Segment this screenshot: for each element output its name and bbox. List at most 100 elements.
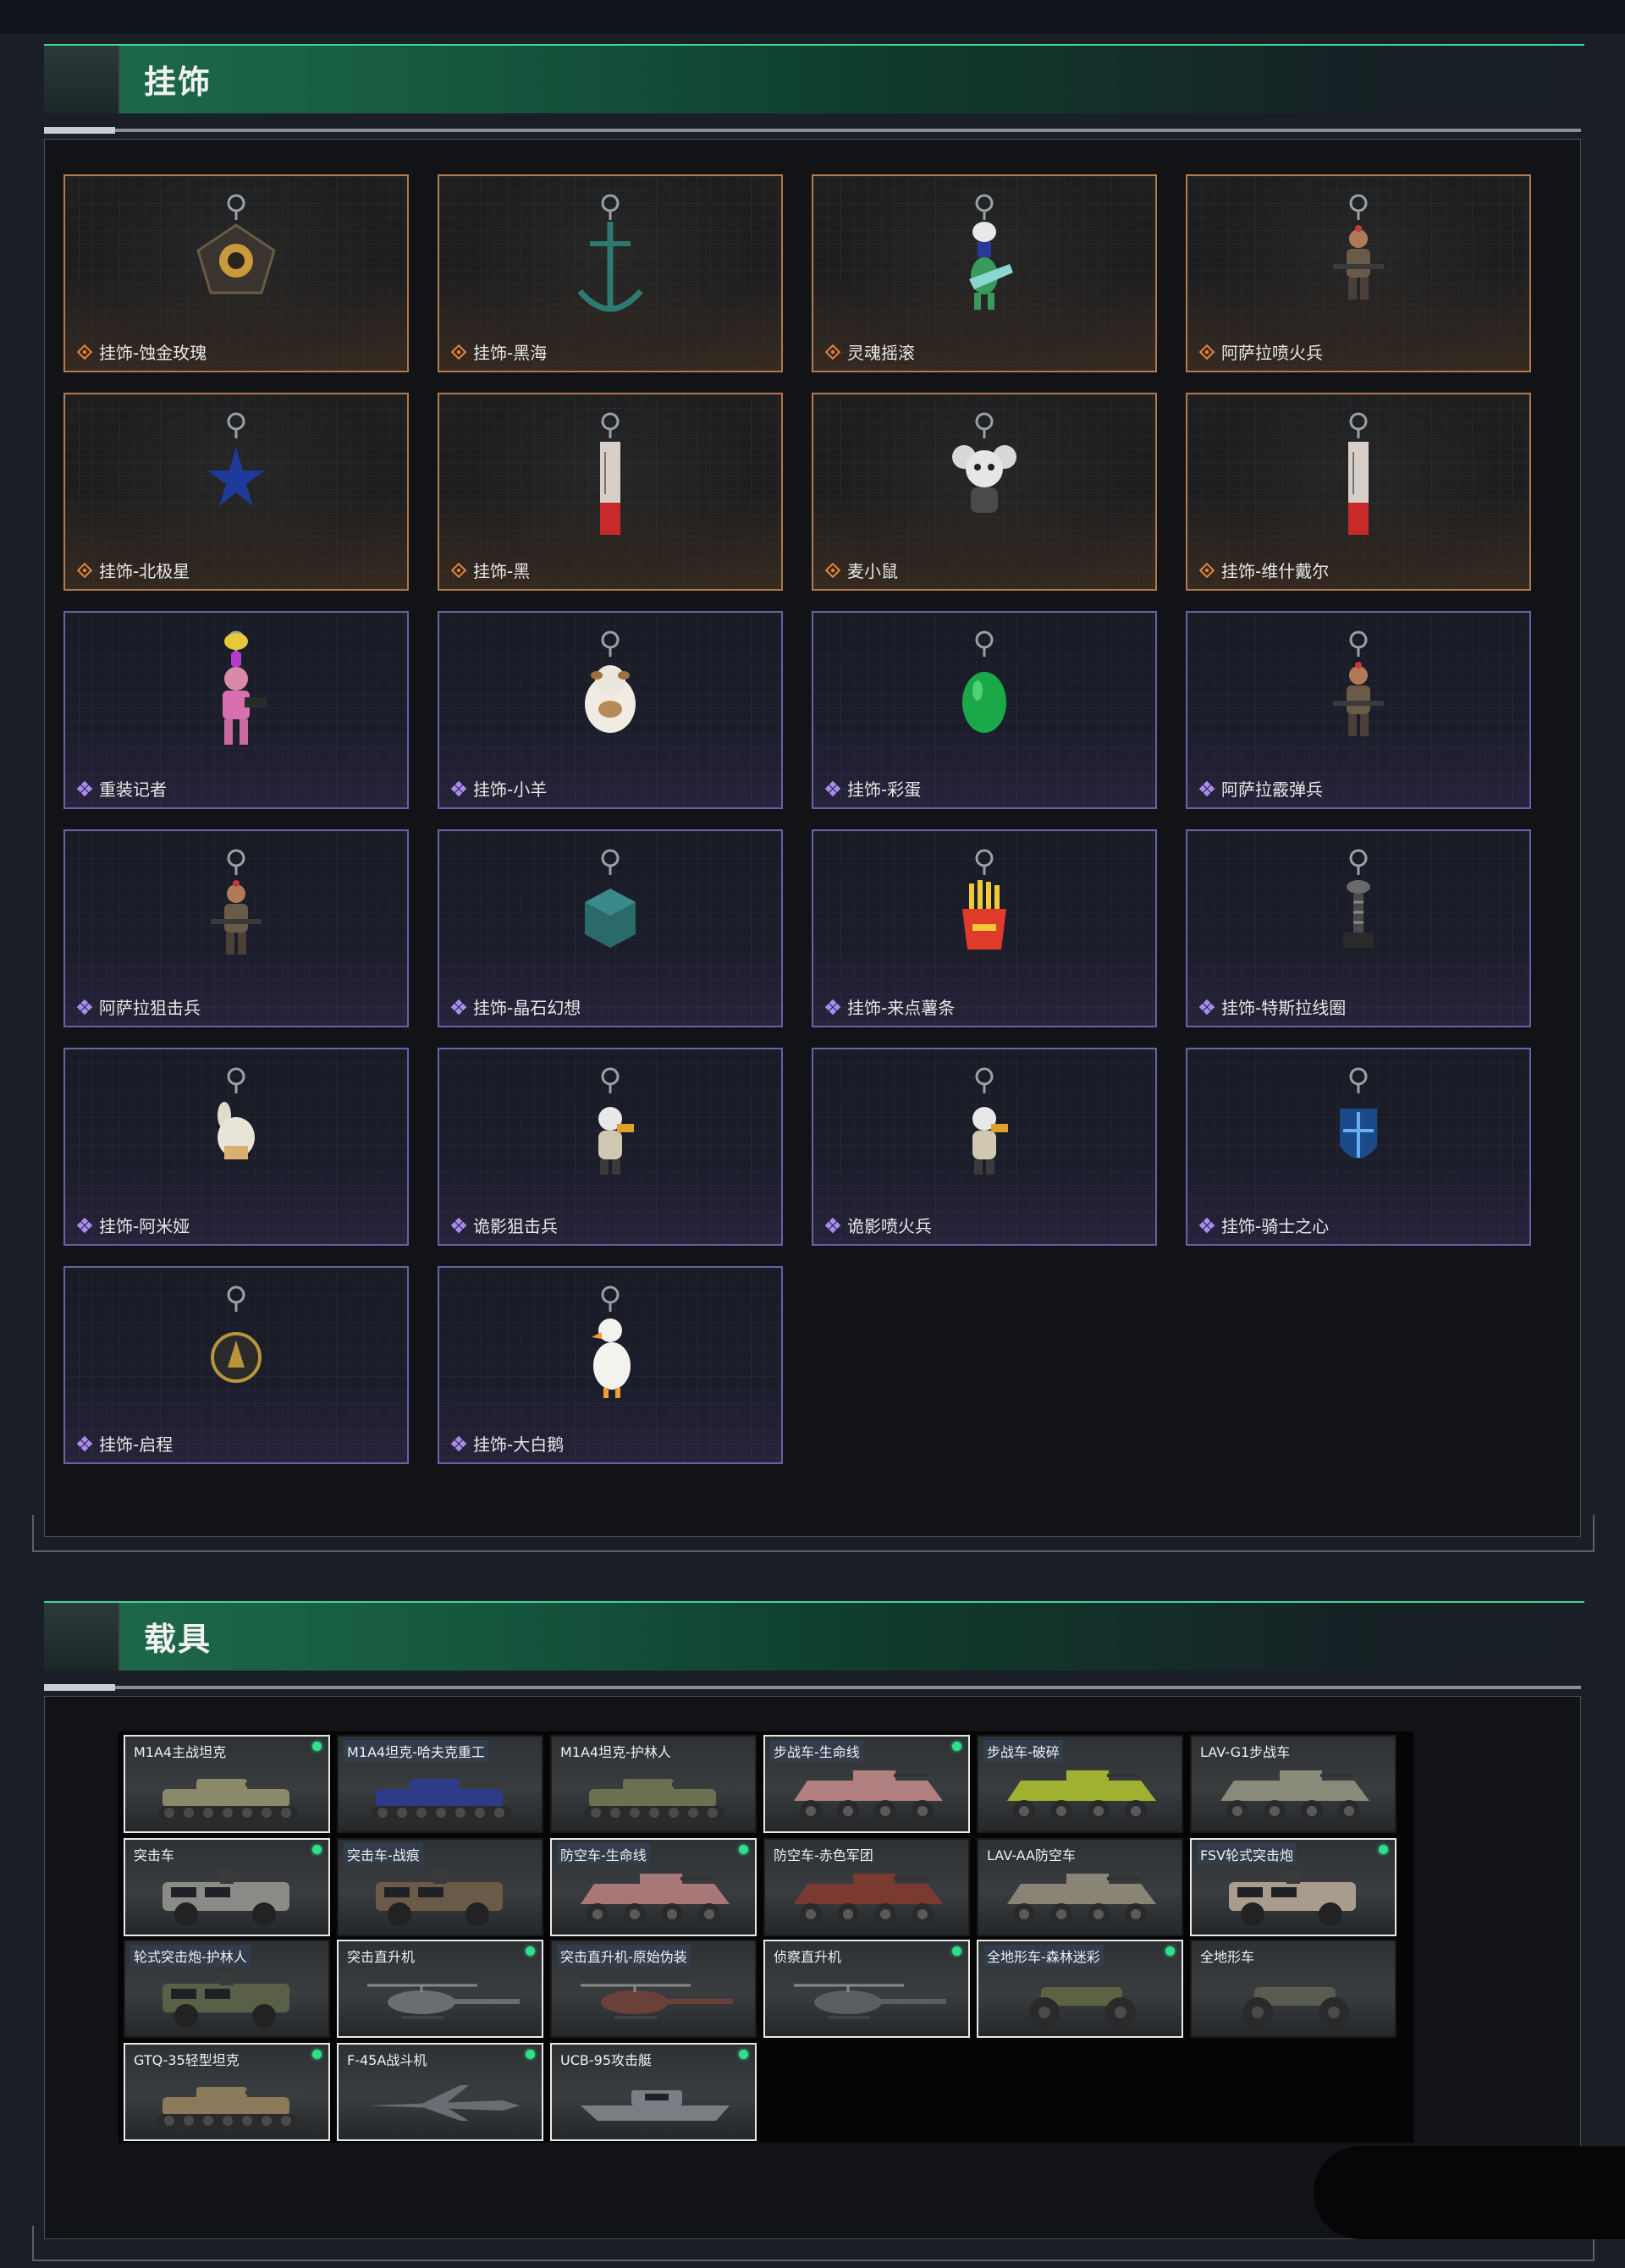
status-dot — [739, 2050, 748, 2059]
rarity-purple-icon — [1199, 1217, 1215, 1233]
charm-card[interactable]: 挂饰-大白鹅 — [438, 1266, 783, 1464]
vehicle-card[interactable]: 侦察直升机 — [763, 1940, 970, 2038]
truck-icon — [376, 1870, 503, 1926]
tesla-coil-icon — [1343, 849, 1374, 948]
vehicle-name: LAV-AA防空车 — [987, 1847, 1076, 1863]
truck-icon — [1229, 1870, 1356, 1926]
vehicle-name: FSV轮式突击炮 — [1197, 1843, 1297, 1865]
vehicle-card[interactable]: M1A4坦克-护林人 — [550, 1735, 757, 1833]
charm-card[interactable]: 阿萨拉喷火兵 — [1186, 174, 1531, 372]
vehicle-name: 全地形车-森林迷彩 — [983, 1945, 1104, 1967]
vehicle-card[interactable]: 防空车-生命线 — [550, 1838, 757, 1936]
vehicle-card[interactable]: LAV-G1步战车 — [1190, 1735, 1396, 1833]
vehicle-name: M1A4坦克-护林人 — [560, 1744, 671, 1760]
vehicle-name: 轮式突击炮-护林人 — [130, 1945, 251, 1967]
heli-icon — [794, 1984, 946, 2019]
vehicle-card[interactable]: UCB-95攻击艇 — [550, 2043, 757, 2141]
rarity-purple-icon — [825, 780, 840, 796]
charm-card[interactable]: 挂饰-彩蛋 — [812, 611, 1157, 809]
tank-icon — [157, 1779, 308, 1819]
charm-card[interactable]: 诡影狙击兵 — [438, 1048, 783, 1246]
vehicle-card[interactable]: F-45A战斗机 — [337, 2043, 543, 2141]
rarity-purple-icon — [825, 999, 840, 1015]
rarity-purple-icon — [451, 1217, 466, 1233]
rarity-gold-icon — [825, 562, 840, 578]
vehicle-card[interactable]: 全地形车 — [1190, 1940, 1396, 2038]
rarity-gold-icon — [77, 344, 92, 360]
vehicle-card[interactable]: 全地形车-森林迷彩 — [977, 1940, 1183, 2038]
charm-card[interactable]: 挂饰-来点薯条 — [812, 829, 1157, 1027]
charm-name: 挂饰-黑海 — [473, 343, 548, 363]
charm-card[interactable]: 挂饰-黑 — [438, 393, 783, 591]
charm-name: 挂饰-蚀金玫瑰 — [99, 343, 207, 363]
floating-button[interactable] — [1314, 2146, 1625, 2239]
charm-card[interactable]: 挂饰-黑海 — [438, 174, 783, 372]
vehicle-name: 突击车 — [134, 1847, 175, 1863]
boat-icon — [581, 2090, 730, 2121]
rarity-gold-icon — [1199, 562, 1215, 578]
section-rule — [44, 127, 1581, 134]
ifv-icon — [794, 1770, 943, 1822]
ifv-icon — [794, 1874, 943, 1925]
charm-name: 阿萨拉喷火兵 — [1221, 343, 1323, 363]
charm-name: 诡影喷火兵 — [847, 1216, 932, 1236]
vehicle-card[interactable]: 轮式突击炮-护林人 — [124, 1940, 330, 2038]
charm-name: 挂饰-维什戴尔 — [1221, 561, 1330, 581]
vehicle-card[interactable]: GTQ-35轻型坦克 — [124, 2043, 330, 2141]
status-dot — [312, 2050, 322, 2059]
vehicle-card[interactable]: 防空车-赤色军团 — [763, 1838, 970, 1936]
vehicle-name: 步战车-生命线 — [770, 1740, 863, 1762]
status-dot — [312, 1742, 322, 1751]
fries-charm-icon — [962, 849, 1006, 950]
vehicle-card[interactable]: LAV-AA防空车 — [977, 1838, 1183, 1936]
status-dot — [526, 1946, 535, 1956]
vehicle-name: 防空车-生命线 — [557, 1843, 650, 1865]
charm-card[interactable]: 挂饰-晶石幻想 — [438, 829, 783, 1027]
vehicle-card[interactable]: 突击车 — [124, 1838, 330, 1936]
charm-card[interactable]: 挂饰-启程 — [63, 1266, 409, 1464]
section-title-vehicles: 载具 — [144, 1621, 212, 1658]
tank-icon — [584, 1779, 735, 1819]
charm-card[interactable]: 挂饰-维什戴尔 — [1186, 393, 1531, 591]
vehicle-card[interactable]: 突击直升机-原始伪装 — [550, 1940, 757, 2038]
rarity-purple-icon — [1199, 999, 1215, 1015]
vehicle-card[interactable]: M1A4主战坦克 — [124, 1735, 330, 1833]
vehicle-name: 突击直升机 — [347, 1949, 416, 1965]
heli-icon — [581, 1984, 733, 2019]
vehicle-card[interactable]: 突击直升机 — [337, 1940, 543, 2038]
atv-icon — [1242, 1987, 1349, 2028]
background-band-top — [0, 0, 1625, 34]
charm-card[interactable]: 挂饰-北极星 — [63, 393, 409, 591]
charm-card[interactable]: 挂饰-小羊 — [438, 611, 783, 809]
vehicle-card[interactable]: M1A4坦克-哈夫克重工 — [337, 1735, 543, 1833]
charm-name: 挂饰-骑士之心 — [1221, 1216, 1330, 1236]
charm-card[interactable]: 诡影喷火兵 — [812, 1048, 1157, 1246]
vehicle-name: M1A4坦克-哈夫克重工 — [344, 1740, 488, 1762]
charm-card[interactable]: 挂饰-蚀金玫瑰 — [63, 174, 409, 372]
charm-card[interactable]: 重装记者 — [63, 611, 409, 809]
charm-name: 挂饰-晶石幻想 — [473, 998, 581, 1018]
charm-card[interactable]: 麦小鼠 — [812, 393, 1157, 591]
charm-card[interactable]: 挂饰-特斯拉线圈 — [1186, 829, 1531, 1027]
charm-card[interactable]: 挂饰-骑士之心 — [1186, 1048, 1531, 1246]
vehicle-name: 步战车-破碎 — [983, 1740, 1063, 1762]
charm-card[interactable]: 灵魂摇滚 — [812, 174, 1157, 372]
ifv-icon — [1007, 1770, 1156, 1822]
sheep-figure-icon — [585, 630, 636, 733]
charm-card[interactable]: 阿萨拉霰弹兵 — [1186, 611, 1531, 809]
rarity-gold-icon — [451, 344, 466, 360]
rose-badge-charm-icon — [196, 194, 276, 295]
charms-panel-frame — [32, 1515, 1595, 1552]
charm-card[interactable]: 挂饰-阿米娅 — [63, 1048, 409, 1246]
knight-shield-icon — [1340, 1067, 1377, 1159]
charm-name: 挂饰-彩蛋 — [847, 779, 922, 800]
vehicle-card[interactable]: 突击车-战痕 — [337, 1838, 543, 1936]
vehicle-card[interactable]: 步战车-生命线 — [763, 1735, 970, 1833]
vehicle-card[interactable]: 步战车-破碎 — [977, 1735, 1183, 1833]
status-dot — [1165, 1946, 1175, 1956]
rarity-purple-icon — [77, 999, 92, 1015]
charm-name: 麦小鼠 — [847, 561, 898, 581]
charm-card[interactable]: 阿萨拉狙击兵 — [63, 829, 409, 1027]
rarity-purple-icon — [451, 999, 466, 1015]
vehicle-card[interactable]: FSV轮式突击炮 — [1190, 1838, 1396, 1936]
